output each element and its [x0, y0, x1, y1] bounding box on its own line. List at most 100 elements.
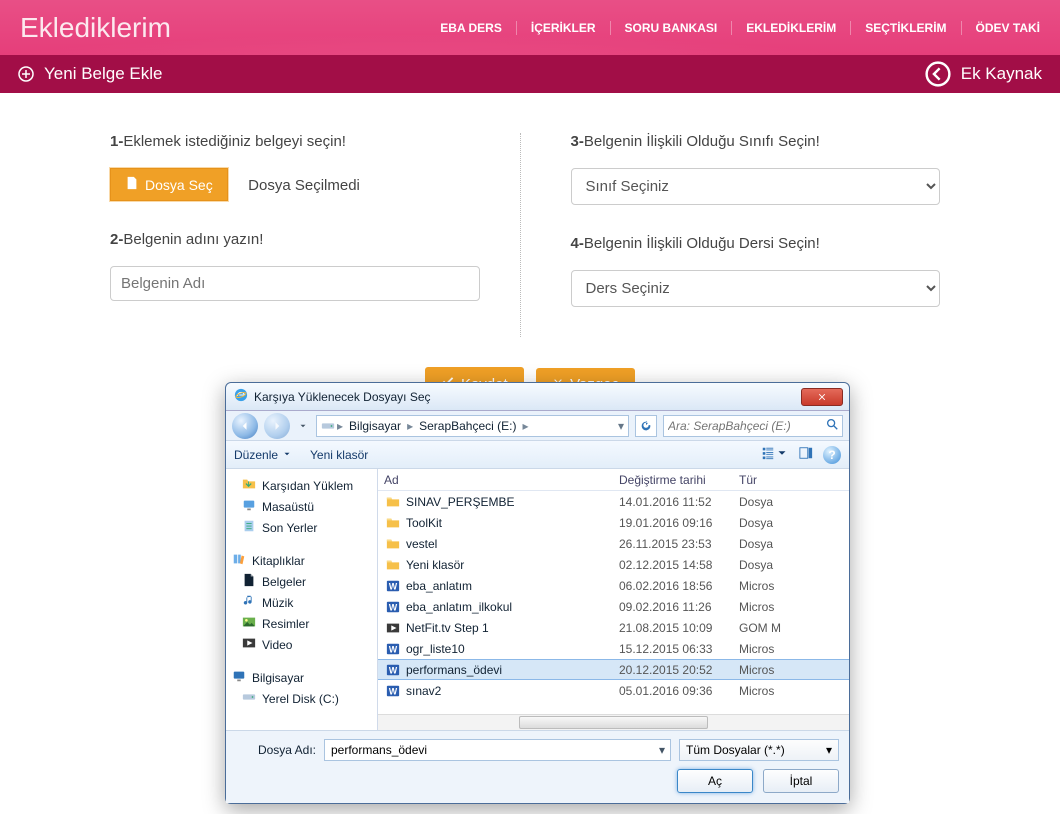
col-name[interactable]: Ad	[384, 473, 619, 487]
file-type: Dosya	[739, 537, 849, 551]
file-name: NetFit.tv Step 1	[402, 621, 619, 635]
folder-tree[interactable]: Karşıdan Yüklem Masaüstü Son Yerler Kita…	[226, 469, 378, 730]
file-row[interactable]: Yeni klasör02.12.2015 14:58Dosya	[378, 554, 849, 575]
help-button[interactable]: ?	[823, 446, 841, 464]
file-name: sınav2	[402, 684, 619, 698]
file-row[interactable]: NetFit.tv Step 121.08.2015 10:09GOM M	[378, 617, 849, 638]
word-icon	[384, 600, 402, 614]
dialog-cancel-button[interactable]: İptal	[763, 769, 839, 793]
filename-input[interactable]	[325, 743, 654, 757]
action-bar: Yeni Belge Ekle Ek Kaynak	[0, 55, 1060, 93]
choose-file-button[interactable]: Dosya Seç	[110, 168, 228, 201]
tree-pictures[interactable]: Resimler	[230, 613, 373, 634]
new-folder-label: Yeni klasör	[310, 448, 368, 462]
filename-dropdown[interactable]: ▾	[654, 743, 670, 757]
file-list[interactable]: SINAV_PERŞEMBE14.01.2016 11:52DosyaToolK…	[378, 491, 849, 714]
dialog-titlebar[interactable]: Karşıya Yüklenecek Dosyayı Seç	[226, 383, 849, 411]
file-row[interactable]: ogr_liste1015.12.2015 06:33Micros	[378, 638, 849, 659]
breadcrumb[interactable]: ▸ Bilgisayar ▸ SerapBahçeci (E:) ▸ ▾	[316, 415, 629, 437]
file-name: Yeni klasör	[402, 558, 619, 572]
view-mode-button[interactable]	[761, 446, 789, 463]
nav-odev-takip[interactable]: ÖDEV TAKİ	[962, 21, 1040, 35]
search-icon	[825, 417, 839, 434]
filename-box[interactable]: ▾	[324, 739, 671, 761]
filetype-filter[interactable]: Tüm Dosyalar (*.*) ▾	[679, 739, 839, 761]
col-type[interactable]: Tür	[739, 473, 849, 487]
breadcrumb-seg-computer[interactable]: Bilgisayar	[345, 419, 405, 433]
file-name: eba_anlatım	[402, 579, 619, 593]
back-arrow-icon	[925, 61, 951, 87]
word-icon	[384, 579, 402, 593]
action-new-doc[interactable]: Yeni Belge Ekle	[18, 64, 162, 84]
search-box[interactable]	[663, 415, 843, 437]
class-select[interactable]: Sınıf Seçiniz	[571, 168, 941, 205]
action-back[interactable]: Ek Kaynak	[925, 61, 1042, 87]
file-row[interactable]: SINAV_PERŞEMBE14.01.2016 11:52Dosya	[378, 491, 849, 512]
tree-recent[interactable]: Son Yerler	[230, 517, 373, 538]
nav-eba-ders[interactable]: EBA DERS	[426, 21, 517, 35]
refresh-button[interactable]	[635, 415, 657, 437]
nav-back-button[interactable]	[232, 413, 258, 439]
horizontal-scrollbar[interactable]	[378, 714, 849, 730]
new-folder-button[interactable]: Yeni klasör	[310, 448, 368, 462]
file-name: vestel	[402, 537, 619, 551]
dialog-nav-row: ▸ Bilgisayar ▸ SerapBahçeci (E:) ▸ ▾	[226, 411, 849, 441]
file-date: 21.08.2015 10:09	[619, 621, 739, 635]
nav-forward-button[interactable]	[264, 413, 290, 439]
scrollbar-thumb[interactable]	[519, 716, 707, 729]
nav-sectiklerim[interactable]: SEÇTİKLERİM	[851, 21, 961, 35]
file-open-dialog: Karşıya Yüklenecek Dosyayı Seç ▸ Bilgisa…	[225, 382, 850, 804]
plus-icon	[18, 66, 34, 82]
form-area: 1-Eklemek istediğiniz belgeyi seçin! Dos…	[0, 93, 1060, 367]
tree-documents[interactable]: Belgeler	[230, 571, 373, 592]
file-row[interactable]: sınav205.01.2016 09:36Micros	[378, 680, 849, 701]
tree-video[interactable]: Video	[230, 634, 373, 655]
word-icon	[384, 684, 402, 698]
search-input[interactable]	[668, 419, 825, 433]
file-name: ogr_liste10	[402, 642, 619, 656]
file-row[interactable]: performans_ödevi20.12.2015 20:52Micros	[378, 659, 849, 680]
file-row[interactable]: eba_anlatım_ilkokul09.02.2016 11:26Micro…	[378, 596, 849, 617]
file-date: 02.12.2015 14:58	[619, 558, 739, 572]
step2-label: 2-Belgenin adını yazın!	[110, 231, 480, 248]
folder-icon	[384, 495, 402, 509]
nav-icerikler[interactable]: İÇERİKLER	[517, 21, 611, 35]
tree-desktop[interactable]: Masaüstü	[230, 496, 373, 517]
file-list-header[interactable]: Ad Değiştirme tarihi Tür	[378, 469, 849, 491]
nav-history-dropdown[interactable]	[296, 421, 310, 431]
document-name-input[interactable]	[110, 266, 480, 301]
step3-label: 3-Belgenin İlişkili Olduğu Sınıfı Seçin!	[571, 133, 941, 150]
tree-cdrive[interactable]: Yerel Disk (C:)	[230, 688, 373, 709]
file-date: 15.12.2015 06:33	[619, 642, 739, 656]
preview-pane-button[interactable]	[799, 446, 813, 463]
file-type: Micros	[739, 579, 849, 593]
course-select[interactable]: Ders Seçiniz	[571, 270, 941, 307]
nav-soru-bankasi[interactable]: SORU BANKASI	[611, 21, 733, 35]
file-row[interactable]: eba_anlatım06.02.2016 18:56Micros	[378, 575, 849, 596]
step4-label: 4-Belgenin İlişkili Olduğu Dersi Seçin!	[571, 235, 941, 252]
organize-menu[interactable]: Düzenle	[234, 448, 292, 462]
action-back-label: Ek Kaynak	[961, 64, 1042, 84]
organize-label: Düzenle	[234, 448, 278, 462]
dialog-close-button[interactable]	[801, 388, 843, 406]
file-status: Dosya Seçilmedi	[248, 177, 360, 194]
dialog-toolbar: Düzenle Yeni klasör ?	[226, 441, 849, 469]
file-row[interactable]: ToolKit19.01.2016 09:16Dosya	[378, 512, 849, 533]
tree-computer[interactable]: Bilgisayar	[230, 667, 373, 688]
file-type: Dosya	[739, 516, 849, 530]
nav-eklediklerim[interactable]: EKLEDİKLERİM	[732, 21, 851, 35]
file-type: Micros	[739, 663, 849, 677]
col-date[interactable]: Değiştirme tarihi	[619, 473, 739, 487]
open-button[interactable]: Aç	[677, 769, 753, 793]
tree-downloads[interactable]: Karşıdan Yüklem	[230, 475, 373, 496]
tree-music[interactable]: Müzik	[230, 592, 373, 613]
filetype-filter-label: Tüm Dosyalar (*.*)	[686, 743, 826, 757]
file-row[interactable]: vestel26.11.2015 23:53Dosya	[378, 533, 849, 554]
file-name: eba_anlatım_ilkokul	[402, 600, 619, 614]
breadcrumb-dropdown[interactable]: ▾	[614, 419, 628, 433]
ie-icon	[234, 388, 248, 405]
file-date: 05.01.2016 09:36	[619, 684, 739, 698]
tree-libraries[interactable]: Kitaplıklar	[230, 550, 373, 571]
file-name: SINAV_PERŞEMBE	[402, 495, 619, 509]
breadcrumb-seg-drive[interactable]: SerapBahçeci (E:)	[415, 419, 520, 433]
